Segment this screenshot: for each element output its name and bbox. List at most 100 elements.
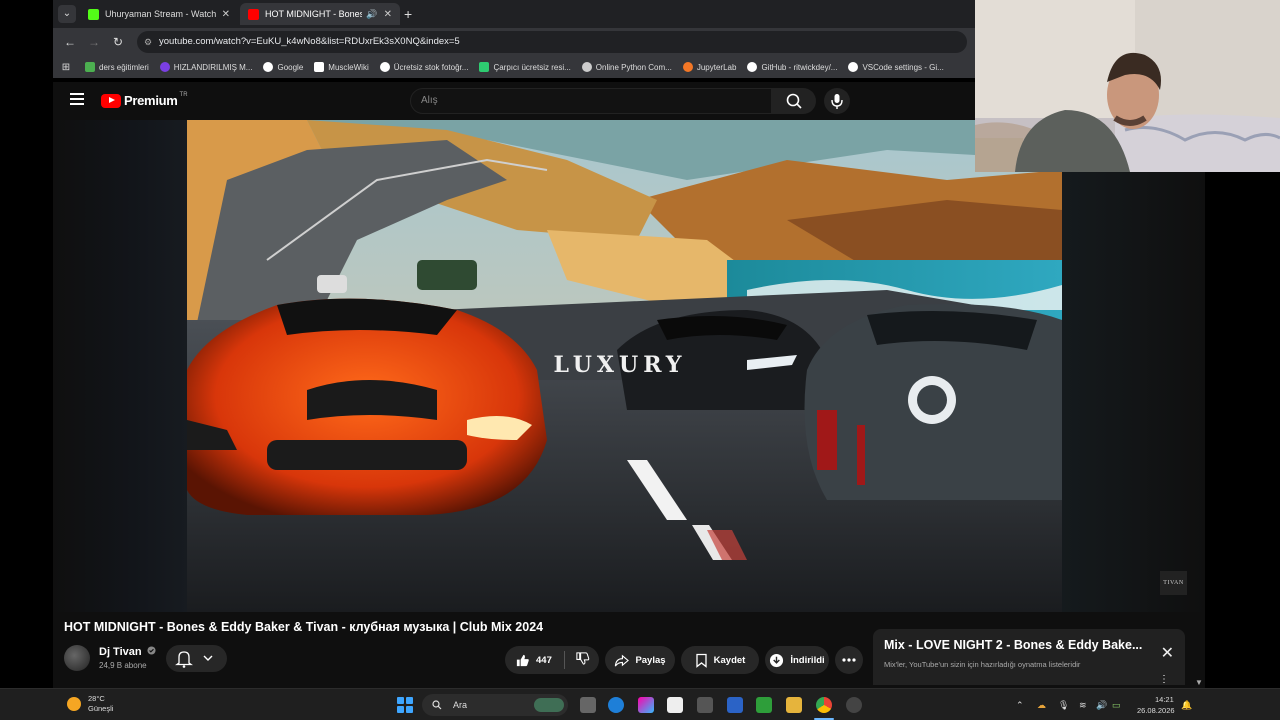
bookmark-item[interactable]: JupyterLab <box>682 62 736 72</box>
xbox-icon[interactable] <box>756 697 772 713</box>
jupyter-icon <box>682 62 693 72</box>
download-label: İndirildi <box>790 654 825 666</box>
share-button[interactable]: Paylaş <box>605 646 675 674</box>
wifi-icon[interactable]: ≋ <box>1079 700 1087 711</box>
save-button[interactable]: Kaydet <box>681 646 759 674</box>
clock-date[interactable]: 26.08.2026 <box>1137 706 1175 715</box>
google-icon <box>263 62 274 72</box>
more-vertical-icon[interactable]: ⋮ <box>1159 674 1169 685</box>
bookmark-item[interactable]: Online Python Com... <box>581 62 672 72</box>
search-icon <box>432 700 442 710</box>
thumbs-up-icon <box>516 654 529 666</box>
clock-time[interactable]: 14:21 <box>1155 695 1174 704</box>
bookmark-label: HIZLANDIRILMIŞ M... <box>173 62 253 72</box>
country-code: TR <box>179 91 188 98</box>
download-button[interactable]: İndirildi <box>765 646 829 674</box>
bookmark-item[interactable]: GitHub - ritwickdey/... <box>747 62 837 72</box>
like-button[interactable]: 447 <box>515 653 552 668</box>
tab-youtube-video[interactable]: HOT MIDNIGHT - Bones & E 🔊 ✕ <box>240 3 400 25</box>
menu-icon[interactable] <box>70 93 84 105</box>
github-icon <box>747 62 758 72</box>
windows-start-icon[interactable] <box>397 697 413 713</box>
dislike-button[interactable] <box>575 651 596 669</box>
bookmark-item[interactable]: Çarpıcı ücretsiz resi... <box>479 62 571 72</box>
scroll-down-arrow-icon[interactable]: ▼ <box>1195 678 1203 687</box>
tab-close-icon[interactable]: ✕ <box>384 9 392 20</box>
more-horizontal-icon <box>842 658 856 662</box>
site-info-icon[interactable]: ⚙ <box>144 31 152 53</box>
task-view-icon[interactable] <box>580 697 596 713</box>
video-overlay-text: LUXURY <box>553 352 687 378</box>
logo-text: Premium <box>124 93 178 108</box>
notification-bell-button[interactable] <box>166 645 227 672</box>
bookmark-item[interactable]: MuscleWiki <box>314 62 369 72</box>
voice-search-button[interactable] <box>824 88 850 114</box>
microphone-icon[interactable]: 🎙 <box>1058 700 1069 711</box>
cloud-icon[interactable]: ☁ <box>1037 700 1046 711</box>
store-icon[interactable] <box>667 697 683 713</box>
bookmark-label: GitHub - ritwickdey/... <box>761 62 838 72</box>
bookmark-item[interactable]: Ücretsiz stok fotoğr... <box>379 62 468 72</box>
video-title: HOT MIDNIGHT - Bones & Eddy Baker & Tiva… <box>64 620 544 634</box>
apps-grid-icon[interactable]: ⊞ <box>59 62 73 73</box>
search-button[interactable] <box>772 88 816 114</box>
bookmark-label: Google <box>277 62 304 72</box>
mix-subtitle: Mix'ler, YouTube'un sizin için hazırladı… <box>884 660 1081 669</box>
chevron-up-icon[interactable]: ⌃ <box>1016 700 1024 711</box>
weather-widget[interactable]: 28°C Güneşli <box>67 694 113 714</box>
back-arrow-icon[interactable]: ← <box>62 34 78 50</box>
battery-icon[interactable]: ▭ <box>1112 700 1121 711</box>
forward-arrow-icon[interactable]: → <box>86 34 102 50</box>
chrome-icon[interactable] <box>816 697 832 713</box>
app-icon[interactable] <box>846 697 862 713</box>
notification-bell-icon[interactable]: 🔔 <box>1181 700 1192 711</box>
bookmark-label: Online Python Com... <box>595 62 672 72</box>
like-count: 447 <box>536 654 552 666</box>
webcam-overlay <box>975 0 1280 172</box>
mix-title: Mix - LOVE NIGHT 2 - Bones & Eddy Bake..… <box>884 638 1143 652</box>
address-bar[interactable]: ⚙ youtube.com/watch?v=EuKU_k4wNo8&list=R… <box>137 31 967 53</box>
youtube-logo[interactable]: Premium TR <box>101 91 188 108</box>
tab-close-icon[interactable]: ✕ <box>222 9 230 20</box>
bookmark-icon <box>159 62 170 72</box>
ambient-glow <box>53 120 187 612</box>
weather-description: Güneşli <box>88 704 114 713</box>
bell-icon <box>175 651 213 668</box>
new-tab-button[interactable]: + <box>404 6 412 22</box>
tab-kick-stream[interactable]: Uhuryaman Stream - Watch Liv ✕ <box>80 3 238 25</box>
settings-gear-icon[interactable] <box>697 697 713 713</box>
bookmark-item[interactable]: VSCode settings - Gi... <box>848 62 944 72</box>
bookmark-label: Çarpıcı ücretsiz resi... <box>493 62 571 72</box>
tab-search-button[interactable]: ⌄ <box>58 5 76 23</box>
weather-temperature: 28°C <box>88 694 105 703</box>
github-icon <box>848 62 859 72</box>
reload-icon[interactable]: ↻ <box>110 34 126 50</box>
more-actions-button[interactable] <box>835 646 863 674</box>
avatar[interactable] <box>64 645 90 671</box>
channel-name[interactable]: Dj Tivan <box>99 646 156 658</box>
search-placeholder: Alış <box>421 95 438 106</box>
search-input[interactable]: Alış <box>410 88 772 114</box>
bookmark-item[interactable]: HIZLANDIRILMIŞ M... <box>159 62 253 72</box>
bookmark-item[interactable]: ders eğitimleri <box>85 62 149 72</box>
tab-title: Uhuryaman Stream - Watch Liv <box>105 9 216 19</box>
speaker-icon[interactable]: 🔊 <box>366 9 377 20</box>
taskbar-search-input[interactable]: Ara <box>422 694 568 716</box>
vscode-icon[interactable] <box>727 697 743 713</box>
close-icon[interactable]: ✕ <box>1161 643 1174 663</box>
tab-title: HOT MIDNIGHT - Bones & E <box>265 9 363 19</box>
bookmark-icon <box>85 62 95 72</box>
volume-icon[interactable]: 🔊 <box>1096 700 1107 711</box>
search-highlight-icon <box>534 698 564 712</box>
youtube-favicon-icon <box>248 8 259 20</box>
copilot-icon[interactable] <box>638 697 654 713</box>
edge-icon[interactable] <box>608 697 624 713</box>
bookmark-item[interactable]: Google <box>263 62 303 72</box>
mix-playlist-panel[interactable]: Mix - LOVE NIGHT 2 - Bones & Eddy Bake..… <box>873 629 1185 685</box>
channel-watermark[interactable]: TIVAN <box>1160 571 1187 595</box>
musclewiki-icon <box>314 62 325 72</box>
microphone-icon <box>831 94 843 109</box>
kick-favicon-icon <box>88 8 99 20</box>
share-label: Paylaş <box>635 654 666 666</box>
folder-icon[interactable] <box>786 697 802 713</box>
